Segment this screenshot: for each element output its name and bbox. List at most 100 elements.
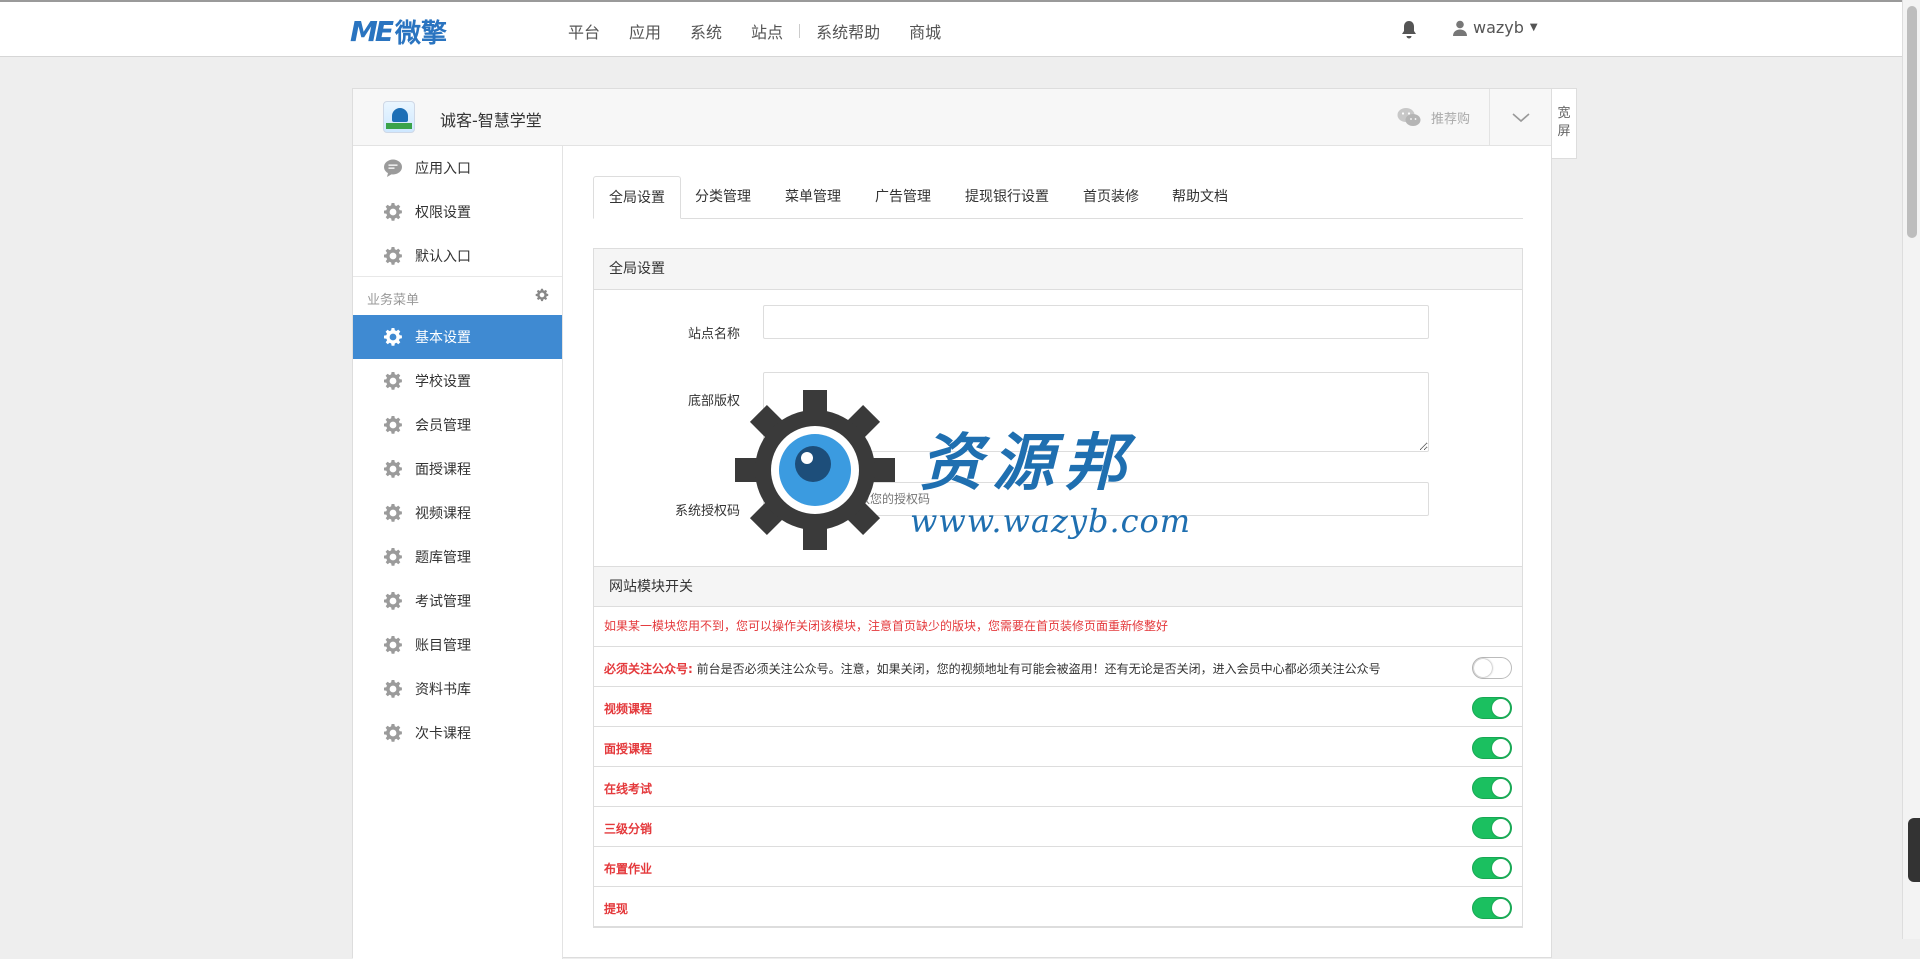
sidebar-item-permissions[interactable]: 权限设置 xyxy=(353,190,562,234)
wechat-icon xyxy=(1397,108,1421,126)
logo-text: 微擎 xyxy=(395,18,448,49)
gear-icon xyxy=(384,680,402,698)
toggle-switch[interactable] xyxy=(1472,737,1512,759)
gear-icon xyxy=(384,724,402,742)
gear-icon xyxy=(384,548,402,566)
sidebar-item-label: 资料书库 xyxy=(415,682,471,698)
sidebar-item-basic-settings[interactable]: 基本设置 xyxy=(353,315,562,359)
sidebar-item-label: 次卡课程 xyxy=(415,726,471,742)
auth-code-label: 系统授权码 xyxy=(674,504,740,519)
tab-menus[interactable]: 菜单管理 xyxy=(770,176,856,219)
tab-categories[interactable]: 分类管理 xyxy=(680,176,766,219)
tab-homepage-design[interactable]: 首页装修 xyxy=(1068,176,1154,219)
top-navbar: ME 微擎 平台 应用 系统 站点 系统帮助 商城 wazyb ▼ xyxy=(0,0,1902,57)
nav-divider xyxy=(799,23,801,38)
tab-withdraw-banks[interactable]: 提现银行设置 xyxy=(950,176,1064,219)
panel-header: 诚客-智慧学堂 推荐购 xyxy=(353,89,1551,146)
gear-icon[interactable] xyxy=(535,288,549,302)
user-icon xyxy=(1453,20,1467,36)
app-panel: 诚客-智慧学堂 推荐购 应用入口 权限设置 默认入口 业务菜单 基本设置 学校设… xyxy=(352,88,1552,959)
tab-global-settings[interactable]: 全局设置 xyxy=(593,176,681,219)
share-button[interactable]: 推荐购 xyxy=(1397,107,1470,127)
chevron-down-icon xyxy=(1511,112,1530,122)
sidebar-item-label: 题库管理 xyxy=(415,550,471,566)
copyright-textarea[interactable] xyxy=(763,372,1429,452)
sidebar-item-exams[interactable]: 考试管理 xyxy=(353,579,562,623)
app-title: 诚客-智慧学堂 xyxy=(440,111,542,130)
wide-screen-button[interactable]: 宽屏 xyxy=(1552,88,1577,159)
sidebar-item-question-bank[interactable]: 题库管理 xyxy=(353,535,562,579)
logo[interactable]: ME 微擎 xyxy=(350,14,448,49)
sidebar-item-library[interactable]: 资料书库 xyxy=(353,667,562,711)
sidebar-item-default-entry[interactable]: 默认入口 xyxy=(353,234,562,278)
module-label: 提现 xyxy=(604,902,629,916)
page-scrollbar[interactable] xyxy=(1902,0,1920,939)
gear-icon xyxy=(384,460,402,478)
share-label: 推荐购 xyxy=(1431,111,1471,127)
nav-system[interactable]: 系统 xyxy=(690,19,722,43)
tab-help-docs[interactable]: 帮助文档 xyxy=(1157,176,1243,219)
module-label: 面授课程 xyxy=(604,742,653,756)
sidebar: 应用入口 权限设置 默认入口 业务菜单 基本设置 学校设置 会员管理 面授课程 … xyxy=(353,146,563,959)
module-label: 必须关注公众号: xyxy=(604,662,693,676)
tab-ads[interactable]: 广告管理 xyxy=(860,176,946,219)
sidebar-section-business: 业务菜单 xyxy=(353,276,562,316)
module-row-homework: 布置作业 xyxy=(594,847,1522,887)
sidebar-item-label: 应用入口 xyxy=(415,161,471,177)
toggle-switch[interactable] xyxy=(1472,777,1512,799)
nav-store[interactable]: 商城 xyxy=(909,19,941,43)
gear-icon xyxy=(384,328,402,346)
user-menu[interactable]: wazyb ▼ xyxy=(1453,18,1538,37)
nav-apps[interactable]: 应用 xyxy=(629,19,661,43)
sidebar-item-school[interactable]: 学校设置 xyxy=(353,359,562,403)
collapse-toggle[interactable] xyxy=(1489,89,1551,146)
sidebar-item-label: 基本设置 xyxy=(415,330,471,346)
settings-tabs: 全局设置 分类管理 菜单管理 广告管理 提现银行设置 首页装修 帮助文档 xyxy=(593,176,1523,219)
toggle-switch[interactable] xyxy=(1472,657,1512,679)
sidebar-item-label: 会员管理 xyxy=(415,418,471,434)
modules-heading: 网站模块开关 xyxy=(594,566,1522,607)
gear-icon xyxy=(384,372,402,390)
app-logo xyxy=(383,101,415,133)
sidebar-item-pass-courses[interactable]: 次卡课程 xyxy=(353,711,562,755)
nav-site[interactable]: 站点 xyxy=(751,19,783,43)
module-row-distribution: 三级分销 xyxy=(594,807,1522,847)
gear-icon xyxy=(384,203,402,221)
sidebar-item-label: 权限设置 xyxy=(415,205,471,221)
toggle-switch[interactable] xyxy=(1472,897,1512,919)
module-description: 前台是否必须关注公众号。注意，如果关闭，您的视频地址有可能会被盗用！还有无论是否… xyxy=(692,662,1381,676)
sidebar-item-accounts[interactable]: 账目管理 xyxy=(353,623,562,667)
gear-icon xyxy=(384,504,402,522)
sidebar-item-label: 账目管理 xyxy=(415,638,471,654)
toggle-switch[interactable] xyxy=(1472,697,1512,719)
gear-icon xyxy=(384,592,402,610)
global-settings-form: 站点名称 底部版权 系统授权码 xyxy=(594,290,1522,566)
card-title: 全局设置 xyxy=(594,249,1522,290)
sidebar-item-app-entry[interactable]: 应用入口 xyxy=(353,146,562,190)
nav-platform[interactable]: 平台 xyxy=(568,19,600,43)
module-row-video-courses: 视频课程 xyxy=(594,687,1522,727)
bell-icon[interactable] xyxy=(1400,20,1418,40)
global-settings-card: 全局设置 站点名称 底部版权 系统授权码 网站模块开关 如果某一模块您用不到，您… xyxy=(593,248,1523,928)
toggle-switch[interactable] xyxy=(1472,857,1512,879)
site-name-label: 站点名称 xyxy=(687,327,740,342)
username: wazyb xyxy=(1473,18,1524,37)
sidebar-item-label: 默认入口 xyxy=(415,249,471,265)
sidebar-item-members[interactable]: 会员管理 xyxy=(353,403,562,447)
site-name-input[interactable] xyxy=(763,305,1429,339)
scrollbar-thumb[interactable] xyxy=(1907,6,1917,238)
sidebar-item-label: 视频课程 xyxy=(415,506,471,522)
module-row-online-exam: 在线考试 xyxy=(594,767,1522,807)
auth-code-input[interactable] xyxy=(763,482,1429,516)
module-label: 布置作业 xyxy=(604,862,653,876)
sidebar-item-label: 考试管理 xyxy=(415,594,471,610)
logo-mark: ME xyxy=(350,14,394,48)
sidebar-item-video-courses[interactable]: 视频课程 xyxy=(353,491,562,535)
main-nav: 平台 应用 系统 站点 系统帮助 商城 xyxy=(568,2,970,59)
sidebar-item-label: 面授课程 xyxy=(415,462,471,478)
floating-side-tab[interactable] xyxy=(1908,818,1920,882)
toggle-switch[interactable] xyxy=(1472,817,1512,839)
nav-help[interactable]: 系统帮助 xyxy=(816,19,880,43)
sidebar-item-inperson-courses[interactable]: 面授课程 xyxy=(353,447,562,491)
gear-icon xyxy=(384,416,402,434)
